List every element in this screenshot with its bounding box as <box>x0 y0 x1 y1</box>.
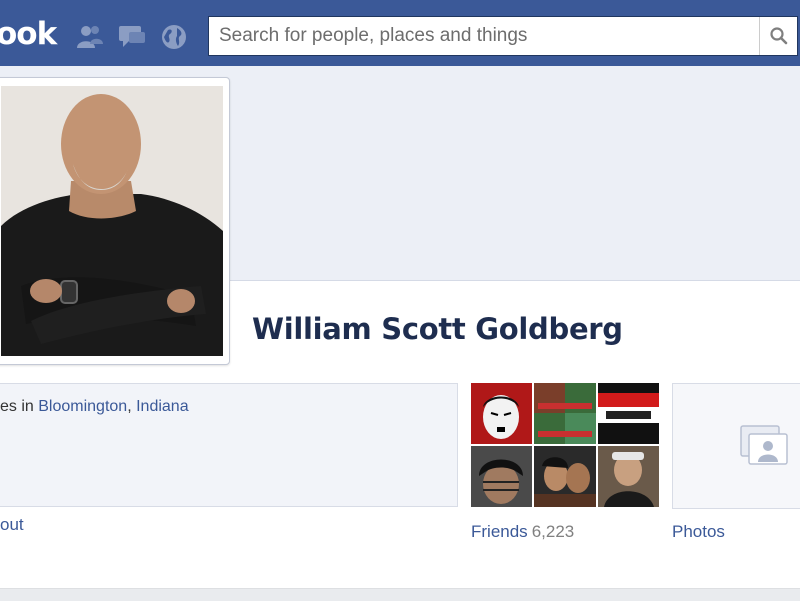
friend-thumbnail[interactable] <box>598 446 659 507</box>
section-divider <box>0 588 800 601</box>
facebook-logo[interactable]: ook <box>0 14 57 54</box>
location-separator: , <box>127 398 132 415</box>
city-link[interactable]: Bloomington <box>38 398 127 415</box>
friends-label[interactable]: Friends 6,223 <box>471 522 574 542</box>
friend-thumbnail[interactable] <box>471 446 532 507</box>
friends-grid <box>471 383 659 509</box>
friend-thumbnail[interactable] <box>598 383 659 444</box>
friends-link[interactable]: Friends <box>471 522 528 541</box>
friend-thumbnail[interactable] <box>534 383 596 444</box>
lives-in-label: es in <box>0 398 34 415</box>
search-icon <box>769 27 787 45</box>
friend-thumbnail[interactable] <box>534 446 596 507</box>
photos-link[interactable]: Photos <box>672 522 725 542</box>
profile-name: William Scott Goldberg <box>252 312 623 346</box>
messages-icon[interactable] <box>117 22 147 52</box>
notifications-globe-icon[interactable] <box>159 22 189 52</box>
top-navigation-bar: ook <box>0 0 800 67</box>
friend-requests-icon[interactable] <box>75 22 105 52</box>
profile-picture[interactable] <box>0 77 230 365</box>
profile-photo-image <box>1 86 223 356</box>
friends-count: 6,223 <box>531 522 575 541</box>
state-link[interactable]: Indiana <box>136 398 189 415</box>
lives-in-line: es in Bloomington, Indiana <box>0 398 189 416</box>
search-input[interactable] <box>209 17 759 55</box>
photos-placeholder-icon <box>740 425 788 465</box>
search-button[interactable] <box>759 17 797 55</box>
search-box <box>208 16 798 56</box>
about-link[interactable]: out <box>0 515 24 535</box>
photos-box[interactable] <box>672 383 800 509</box>
friend-thumbnail[interactable] <box>471 383 532 444</box>
